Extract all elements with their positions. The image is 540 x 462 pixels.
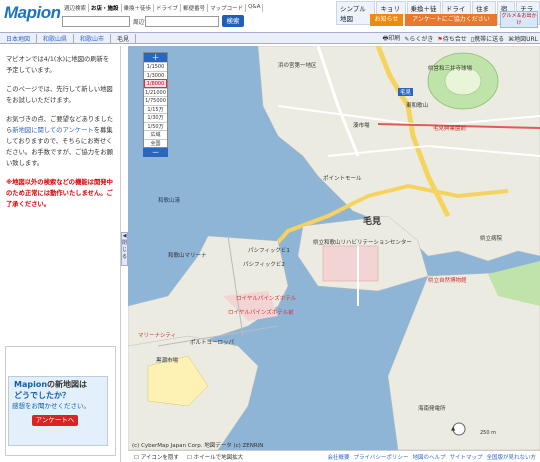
- print-button[interactable]: 🖶印刷: [383, 33, 401, 44]
- keyword-input[interactable]: [145, 16, 219, 27]
- mobile-button[interactable]: ▯携帯に送る: [471, 34, 504, 43]
- map-label: ポルトヨーロッパ: [190, 340, 235, 346]
- search-input[interactable]: [62, 16, 130, 27]
- footer-link[interactable]: 地図のヘルプ: [412, 453, 445, 461]
- crumb-kemi: 毛見: [111, 33, 137, 43]
- map-canvas[interactable]: 浜の宮第一地区 県営和三井寺球場 東和歌山 湊市場 毛見興業園前 ポイントモール…: [128, 46, 540, 450]
- mapion-logo[interactable]: Mapion: [4, 3, 61, 23]
- map-label: 県営和三井寺球場: [428, 66, 473, 72]
- footer-link[interactable]: 全国版が見れない方: [486, 453, 536, 461]
- notice-text: マピオンでは4/1(水)に地図の刷新を予定しています。: [6, 56, 110, 74]
- map-label: パシフィックビ2: [243, 262, 285, 268]
- zoom-in-button[interactable]: ＋: [144, 53, 167, 62]
- zoom-level[interactable]: 1/30万: [144, 113, 167, 122]
- map-graphics: [128, 46, 540, 450]
- ad-survey-button[interactable]: アンケートへ: [32, 415, 78, 426]
- crumb-japan[interactable]: 日本地図: [0, 33, 38, 43]
- map-label-badge: 毛見: [398, 88, 414, 96]
- map-label: 県立和歌山リハビリテーションセンター: [313, 240, 412, 246]
- crumb-wakayama-pref[interactable]: 和歌山県: [37, 33, 75, 43]
- panel-collapse-handle[interactable]: ◀ 閉じる: [121, 232, 128, 266]
- search-tabs: 週辺検索 お店・施設 乗換＋徒歩 ドライブ 郵便番号 マップコード Q&A: [62, 4, 264, 12]
- wheel-zoom-checkbox[interactable]: ☐ ホイールで地図拡大: [187, 453, 243, 461]
- warning-text: ※地図以外の検索などの機能は開発中のため正常には動作いたしません。ご了承ください…: [6, 179, 113, 208]
- feedback-text: お気づきの点、ご要望などありましたら新地図に関してのアンケートを募集しております…: [6, 116, 114, 167]
- zoom-level[interactable]: 1/75000: [144, 96, 167, 105]
- map-label: 浜の宮第一地区: [278, 63, 317, 69]
- promo-banner[interactable]: グルメ＆お出かけ: [500, 11, 538, 28]
- url-button[interactable]: ⌘地図URL: [508, 34, 538, 43]
- north-arrow-icon: ▲: [451, 426, 456, 432]
- map-label: 県立病院: [480, 236, 503, 242]
- footer-link[interactable]: 会社概要: [328, 453, 350, 461]
- map-label: ロイヤルパインズホテル: [236, 296, 297, 302]
- map-label: 県立自然博物館: [428, 278, 467, 284]
- map-label: 湊市場: [353, 123, 370, 129]
- search-tab[interactable]: マップコード: [208, 4, 247, 12]
- search-tab[interactable]: 乗換＋徒歩: [122, 4, 155, 12]
- zoom-control: ＋ 1/1500 1/3000 1/8000 1/21000 1/75000 1…: [143, 52, 168, 148]
- zoom-level[interactable]: 1/15万: [144, 104, 167, 114]
- scale-bar: 250 m: [480, 430, 497, 436]
- map-label: 東和歌山: [406, 103, 429, 109]
- zoom-level[interactable]: 1/21000: [144, 87, 167, 97]
- zoom-level[interactable]: 1/1500: [144, 62, 167, 71]
- footer-link[interactable]: プライバシーポリシー: [354, 453, 409, 461]
- zoom-level[interactable]: 全国: [144, 138, 167, 148]
- survey-banner[interactable]: アンケートにご協力ください: [405, 14, 497, 26]
- map-label: 和歌山マリーナ: [168, 253, 207, 259]
- map-label: 和歌山港: [158, 198, 181, 204]
- ad-subtitle: 感想をお聞かせください。: [12, 402, 90, 410]
- search-button[interactable]: 検索: [222, 15, 244, 27]
- search-tab[interactable]: Q&A: [246, 4, 264, 12]
- map-label: 黒潮市場: [156, 358, 179, 364]
- map-label: 海南発電所: [418, 406, 446, 412]
- hide-icons-checkbox[interactable]: ☐ アイコンを隠す: [134, 453, 179, 461]
- draw-button[interactable]: ✎らくがき: [404, 34, 433, 43]
- preview-text: このページでは、先行して新しい地図をお試しいただけます。: [6, 86, 113, 104]
- zoom-level[interactable]: 1/3000: [144, 70, 167, 80]
- map-label-kemi: 毛見: [363, 217, 382, 227]
- map-label: マリーナシティ: [138, 333, 177, 339]
- ad-title: Mapionの新地図は どうでしたか？: [14, 380, 88, 400]
- search-tab[interactable]: ドライブ: [154, 4, 182, 12]
- map-footer: ☐ アイコンを隠す ☐ ホイールで地図拡大 会社概要 プライバシーポリシー 地図…: [128, 450, 540, 462]
- zoom-out-button[interactable]: －: [143, 148, 168, 157]
- chevron-left-icon: ◀: [122, 233, 127, 239]
- zoom-level[interactable]: 1/50万: [144, 121, 167, 131]
- survey-link[interactable]: 新地図に関してのアンケート: [12, 127, 93, 134]
- map-tools: 🖶印刷 ✎らくがき ⚑待ち合せ ▯携帯に送る ⌘地図URL: [383, 33, 538, 44]
- search-tab[interactable]: お店・施設: [89, 4, 122, 12]
- footer-link[interactable]: サイトマップ: [449, 453, 482, 461]
- map-label: パシフィックビ1: [248, 248, 290, 254]
- map-label: ポイントモール: [323, 176, 362, 182]
- notice-button[interactable]: お知らせ: [370, 14, 403, 26]
- crumb-wakayama-city[interactable]: 和歌山市: [74, 33, 112, 43]
- search-tab[interactable]: 週辺検索: [62, 4, 90, 12]
- search-tab[interactable]: 郵便番号: [181, 4, 209, 12]
- copyright: (c) CyberMap Japan Corp. 地図データ (c) ZENRI…: [132, 443, 264, 449]
- map-label: ロイヤルパインズホテル前: [228, 310, 294, 316]
- meet-button[interactable]: ⚑待ち合せ: [437, 34, 466, 43]
- map-label: 毛見興業園前: [433, 126, 467, 132]
- zoom-level[interactable]: 広域: [144, 130, 167, 139]
- zoom-level-selected[interactable]: 1/8000: [144, 79, 167, 88]
